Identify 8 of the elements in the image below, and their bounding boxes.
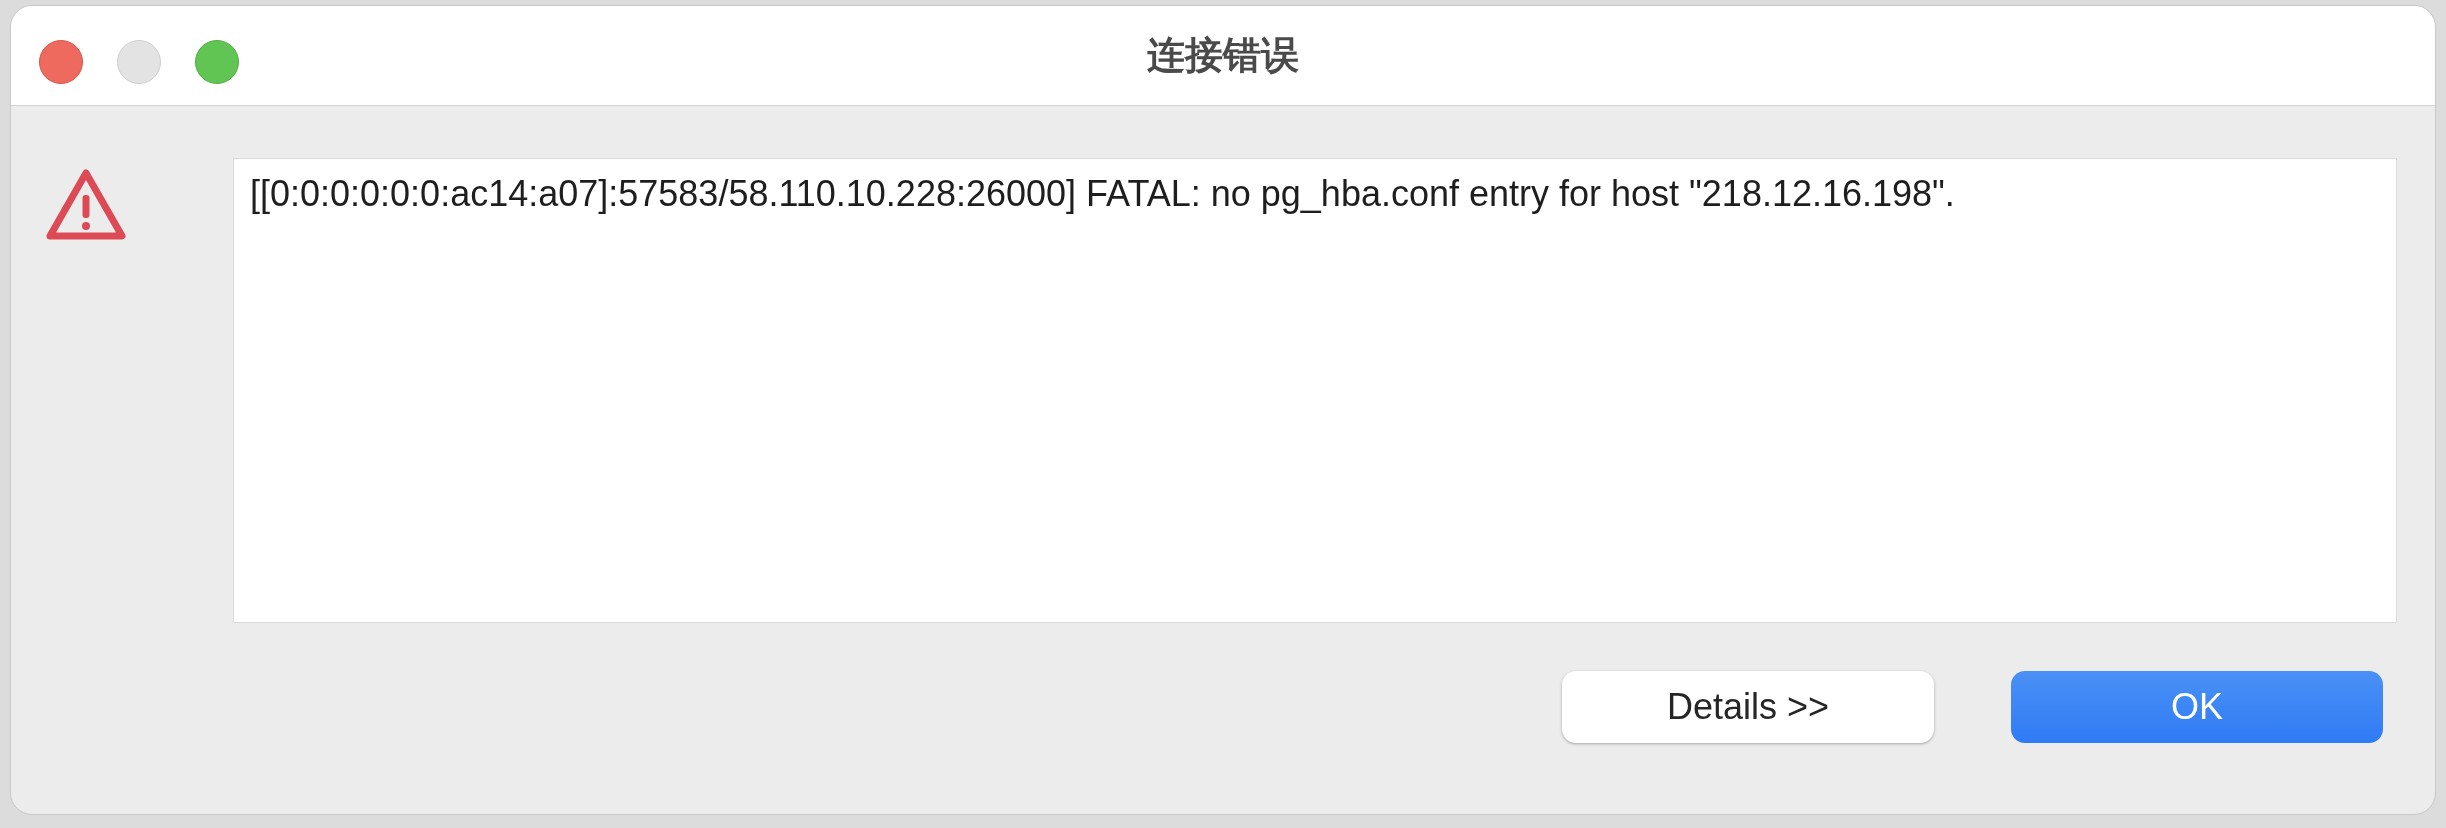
details-button[interactable]: Details >> <box>1562 671 1934 743</box>
window-title: 连接错误 <box>1147 32 1299 79</box>
close-button[interactable] <box>39 40 83 84</box>
error-message: [[0:0:0:0:0:0:ac14:a07]:57583/58.110.10.228:26000] FATAL: no pg_hba.conf entry for host "218.12.16.198". <box>250 172 1956 216</box>
ok-button[interactable]: OK <box>2011 671 2383 743</box>
minimize-button[interactable] <box>117 40 161 84</box>
warning-icon <box>45 168 127 242</box>
zoom-button[interactable] <box>195 40 239 84</box>
